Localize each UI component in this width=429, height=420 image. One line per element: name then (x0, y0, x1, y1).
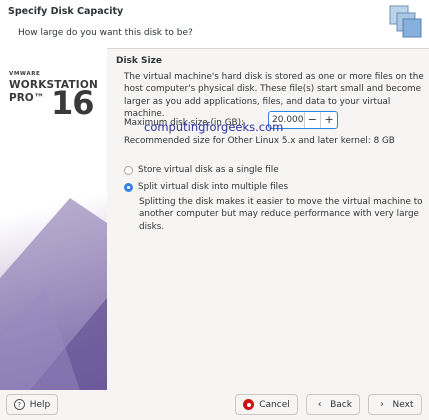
cancel-label: Cancel (259, 399, 290, 410)
single-file-radio[interactable] (124, 165, 133, 175)
increment-button[interactable]: + (320, 112, 337, 128)
watermark: computingforgeeks.com (144, 120, 284, 134)
wizard-footer: ? Help Cancel ‹ Back › Next (0, 390, 429, 420)
multiple-files-label: Split virtual disk into multiple files (138, 182, 289, 192)
back-arrow-icon: ‹ (317, 399, 322, 410)
next-arrow-icon: › (380, 399, 385, 410)
next-button[interactable]: › Next (368, 394, 422, 415)
help-label: Help (29, 399, 51, 410)
recommended-size-text: Recommended size for Other Linux 5.x and… (124, 136, 395, 146)
page-title: Specify Disk Capacity (8, 6, 124, 17)
cancel-icon (243, 399, 255, 410)
help-button[interactable]: ? Help (6, 394, 58, 415)
single-file-option[interactable]: Store virtual disk as a single file (124, 165, 279, 175)
multiple-files-radio[interactable] (124, 182, 133, 192)
back-button[interactable]: ‹ Back (306, 394, 360, 415)
virtual-machines-icon (389, 5, 422, 38)
product-brand-panel: VMWARE WORKSTATION PRO™ 16 (0, 48, 107, 390)
cancel-button[interactable]: Cancel (235, 394, 298, 415)
section-title: Disk Size (116, 56, 162, 66)
next-label: Next (392, 399, 414, 410)
back-label: Back (330, 399, 352, 410)
decrement-button[interactable]: − (303, 112, 321, 128)
brand-decoration (0, 198, 107, 390)
wizard-header: Specify Disk Capacity How large do you w… (0, 0, 429, 49)
multiple-files-option[interactable]: Split virtual disk into multiple files (124, 182, 288, 192)
help-icon: ? (13, 399, 25, 410)
multiple-files-description: Splitting the disk makes it easier to mo… (139, 197, 423, 232)
page-subtitle: How large do you want this disk to be? (18, 28, 193, 38)
single-file-label: Store virtual disk as a single file (138, 165, 279, 175)
